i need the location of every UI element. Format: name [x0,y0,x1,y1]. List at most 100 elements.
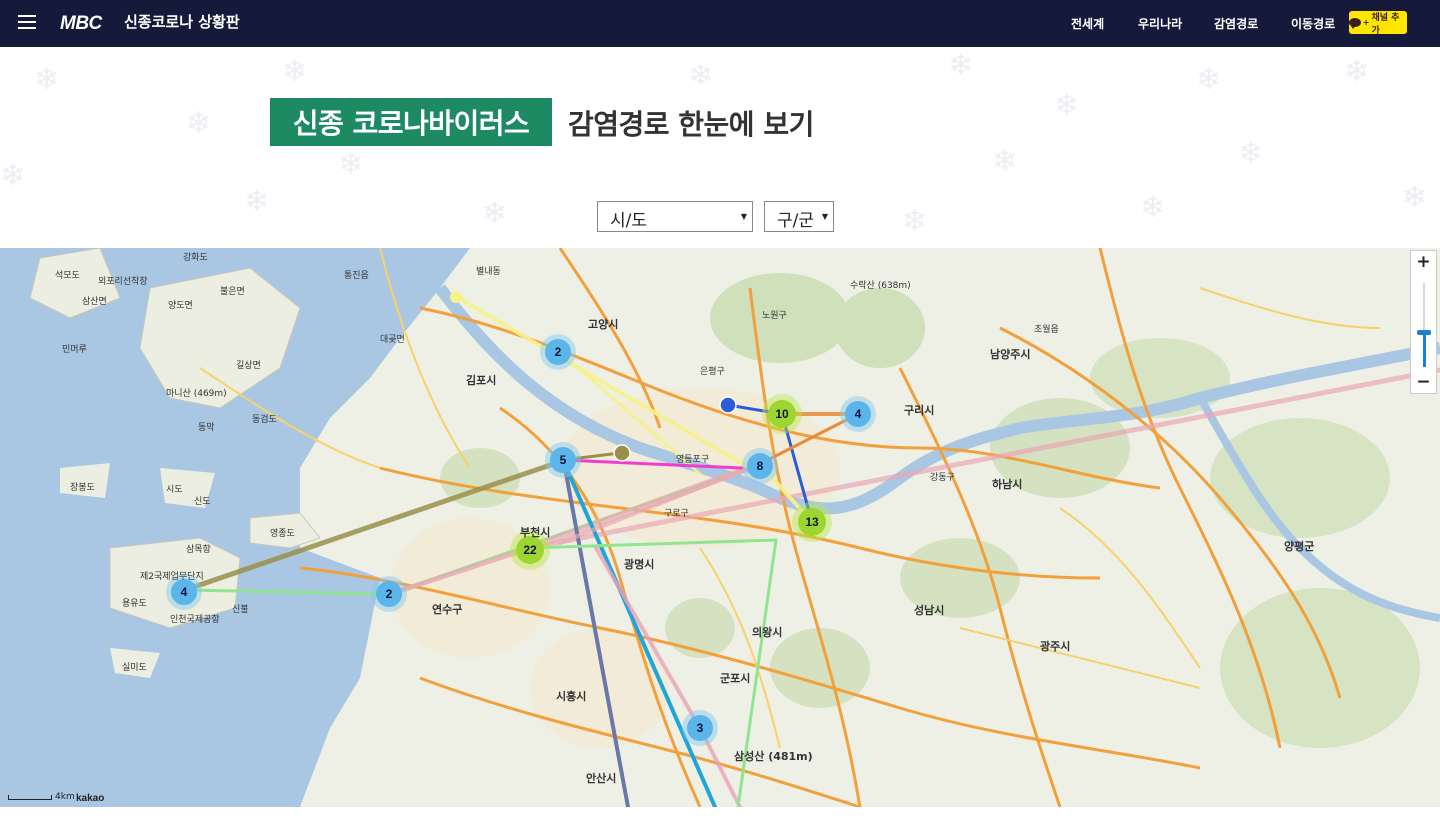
kakao-channel-add-button[interactable]: + 채널 추가 [1349,11,1407,36]
map-label: 삼산면 [82,296,107,307]
map-label: 용유도 [122,598,147,609]
map-label: 삼성산 (481m) [734,749,813,763]
map-label: 구리시 [904,403,934,417]
map-label: 통진읍 [344,270,369,281]
map-label: 영등포구 [676,454,709,465]
cluster-marker[interactable]: 2 [371,576,407,612]
map-label: 안산시 [586,771,616,785]
kakao-button-label: 채널 추가 [1371,12,1400,36]
snowflake-icon: ❄ [902,204,928,239]
snowflake-icon: ❄ [0,158,26,193]
map-label: 고양시 [588,317,618,331]
infection-route-map[interactable]: 2 5 10 4 8 13 22 2 4 3 강화도 석모도 외포리선착장 삼산… [0,248,1440,807]
map-label: 외포리선착장 [98,275,148,287]
nav-link-infection-route[interactable]: 감염경로 [1214,15,1258,32]
nav-link-world[interactable]: 전세계 [1071,15,1104,32]
map-label: 신불 [232,604,249,615]
kakao-bubble-icon [1349,18,1361,29]
map-label: 마니산 (469m) [166,388,227,399]
map-label: 민머루 [62,344,87,355]
map-label: 별내동 [476,266,501,277]
map-canvas[interactable]: 2 5 10 4 8 13 22 2 4 3 강화도 석모도 외포리선착장 삼산… [0,248,1440,807]
cluster-count: 2 [386,587,393,601]
map-label: 석모도 [55,270,80,281]
page-footer-area [0,807,1440,832]
zoom-in-button[interactable]: + [1411,251,1436,273]
map-label: 인천국제공항 [170,614,220,625]
zoom-slider-fill [1423,332,1426,367]
map-copyright: kakao [76,793,104,804]
map-label: 은평구 [700,366,725,377]
title-highlight: 신종 코로나바이러스 [270,98,552,146]
snowflake-icon: ❄ [282,54,308,89]
map-marker[interactable] [613,444,631,462]
snowflake-icon: ❄ [244,184,270,219]
map-scale-label: 4km [55,792,75,802]
snowflake-icon: ❄ [186,106,212,141]
map-label: 부천시 [520,525,550,539]
district-select[interactable]: 구/군 ▼ [764,201,834,232]
snowflake-icon: ❄ [482,196,508,231]
map-label: 양평군 [1284,539,1314,553]
map-label: 수락산 (638m) [850,279,911,291]
map-label: 연수구 [432,602,462,616]
top-navbar: MBC 신종코로나 상황판 전세계 우리나라 감염경로 이동경로 + 채널 추가 [0,0,1440,47]
zoom-out-button[interactable]: − [1411,371,1436,393]
map-label: 양도면 [168,300,193,311]
nav-link-korea[interactable]: 우리나라 [1138,15,1182,32]
map-label: 구로구 [664,508,689,519]
cluster-marker[interactable]: 2 [540,334,576,370]
cluster-count: 3 [697,721,704,735]
cluster-marker[interactable]: 8 [742,448,778,484]
snowflake-icon: ❄ [1140,190,1166,225]
map-label: 삼목항 [186,544,211,555]
map-label: 동검도 [252,413,277,425]
cluster-marker[interactable]: 4 [840,396,876,432]
province-select[interactable]: 시/도 ▼ [597,201,753,232]
map-label: 장봉도 [70,482,95,493]
snowflake-icon: ❄ [992,144,1018,179]
map-marker[interactable] [719,396,737,414]
map-label: 남양주시 [990,347,1030,361]
map-label: 광명시 [624,557,654,571]
cluster-count: 8 [757,459,764,473]
district-select-value: 구/군 [777,211,815,231]
cluster-marker[interactable]: 13 [792,502,832,542]
cluster-marker[interactable]: 10 [762,394,802,434]
snowflake-icon: ❄ [1402,180,1428,215]
map-scale-bar [8,795,52,800]
map-label: 대곶면 [380,334,405,345]
map-label: 성남시 [914,603,944,617]
menu-icon[interactable] [18,15,36,29]
map-label: 김포시 [466,374,496,387]
zoom-control: + − [1410,250,1437,394]
mbc-logo[interactable]: MBC [60,13,102,35]
map-label: 불은면 [220,286,245,297]
map-label: 실미도 [122,662,147,673]
cluster-marker[interactable]: 3 [682,710,718,746]
map-label: 길상면 [236,360,261,371]
cluster-count: 5 [560,453,567,467]
province-select-value: 시/도 [610,211,648,231]
map-label: 제2국제업무단지 [140,571,204,582]
snowflake-icon: ❄ [34,62,60,97]
map-label: 강동구 [930,472,955,483]
map-label: 노원구 [762,310,787,321]
snowflake-icon: ❄ [338,147,364,182]
chevron-down-icon: ▼ [821,212,828,221]
map-marker[interactable] [450,291,462,303]
snowflake-icon: ❄ [1238,136,1264,171]
map-label: 영종도 [270,528,295,539]
snowflake-icon: ❄ [1344,54,1370,89]
snowflake-icon: ❄ [1054,88,1080,123]
cluster-count: 4 [181,585,188,599]
cluster-marker[interactable]: 5 [545,442,581,478]
site-title[interactable]: 신종코로나 상황판 [124,11,240,32]
cluster-count: 4 [855,407,862,421]
map-label: 초월읍 [1034,323,1059,335]
map-label: 하남시 [992,477,1022,491]
nav-link-movement-route[interactable]: 이동경로 [1291,15,1335,32]
page-title: 감염경로 한눈에 보기 [568,108,814,141]
chevron-down-icon: ▼ [740,212,747,221]
zoom-slider-handle[interactable] [1417,330,1431,335]
